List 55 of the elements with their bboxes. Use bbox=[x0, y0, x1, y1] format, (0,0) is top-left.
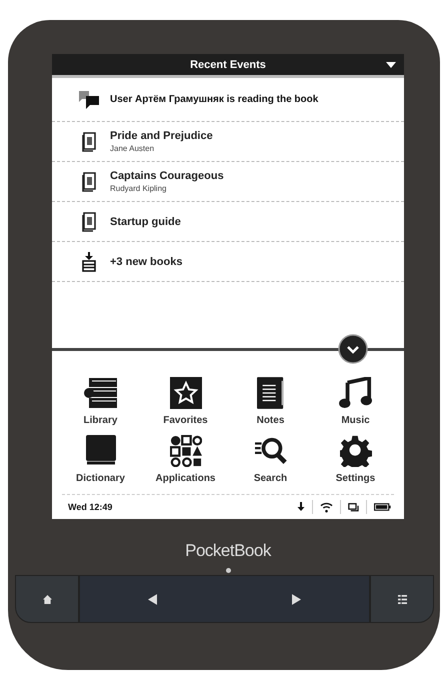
event-author: Jane Austen bbox=[110, 144, 156, 153]
app-label: Search bbox=[254, 473, 288, 484]
event-row[interactable]: Captains Courageous Rudyard Kipling bbox=[52, 162, 404, 202]
books-icon bbox=[82, 377, 118, 409]
event-row[interactable]: +3 new books bbox=[52, 242, 404, 282]
event-row[interactable]: User Артём Грамушняк is reading the book bbox=[52, 78, 404, 122]
event-title: Pride and Prejudice bbox=[110, 130, 213, 142]
home-button[interactable] bbox=[15, 575, 79, 623]
battery-icon bbox=[374, 503, 391, 511]
app-tile[interactable]: Search bbox=[228, 434, 313, 484]
header-title: Recent Events bbox=[190, 58, 266, 70]
app-blocks-icon bbox=[170, 435, 202, 467]
app-tile[interactable]: Notes bbox=[228, 376, 313, 426]
left-arrow-icon bbox=[148, 594, 157, 604]
app-label: Dictionary bbox=[76, 473, 125, 484]
app-label: Notes bbox=[256, 415, 284, 426]
brand-logo: PocketBook bbox=[184, 541, 272, 561]
book-icon bbox=[82, 212, 96, 232]
dropdown-icon[interactable] bbox=[386, 61, 396, 69]
event-title: User Артём Грамушняк is reading the book bbox=[110, 94, 318, 105]
book-icon bbox=[82, 172, 96, 192]
windows-icon bbox=[348, 502, 359, 512]
clock-time: Wed 12:49 bbox=[68, 502, 112, 512]
collapse-button[interactable] bbox=[338, 334, 368, 364]
wifi-icon bbox=[320, 502, 333, 512]
event-author: Rudyard Kipling bbox=[110, 184, 168, 193]
event-title: Captains Courageous bbox=[110, 170, 224, 182]
event-row[interactable]: Pride and Prejudice Jane Austen bbox=[52, 122, 404, 162]
app-tile[interactable]: Favorites bbox=[143, 376, 228, 426]
menu-icon bbox=[398, 594, 406, 604]
app-label: Applications bbox=[155, 473, 216, 484]
app-label: Music bbox=[341, 415, 370, 426]
app-label: Favorites bbox=[163, 415, 208, 426]
menu-button[interactable] bbox=[370, 575, 434, 623]
app-label: Settings bbox=[336, 473, 376, 484]
home-icon bbox=[42, 594, 52, 604]
event-title: Startup guide bbox=[110, 216, 181, 228]
event-row[interactable]: Startup guide bbox=[52, 202, 404, 242]
app-tile[interactable]: Library bbox=[58, 376, 143, 426]
download-list-icon bbox=[82, 252, 96, 272]
dictionary-book-icon bbox=[84, 435, 116, 467]
app-tile[interactable]: Settings bbox=[313, 434, 398, 484]
settings-icon bbox=[340, 435, 372, 467]
book-icon bbox=[82, 132, 96, 152]
page-turn-pad[interactable] bbox=[79, 575, 370, 623]
right-arrow-icon bbox=[292, 594, 302, 604]
reader-chat-icon bbox=[79, 90, 99, 108]
app-tile[interactable]: Applications bbox=[143, 434, 228, 484]
download-icon bbox=[297, 502, 305, 512]
app-tile[interactable]: Music bbox=[313, 376, 398, 426]
app-tile[interactable]: Dictionary bbox=[58, 434, 143, 484]
music-notes-icon bbox=[338, 377, 372, 409]
app-label: Library bbox=[84, 415, 118, 426]
event-title: +3 new books bbox=[110, 256, 182, 268]
notebook-icon bbox=[256, 377, 284, 409]
